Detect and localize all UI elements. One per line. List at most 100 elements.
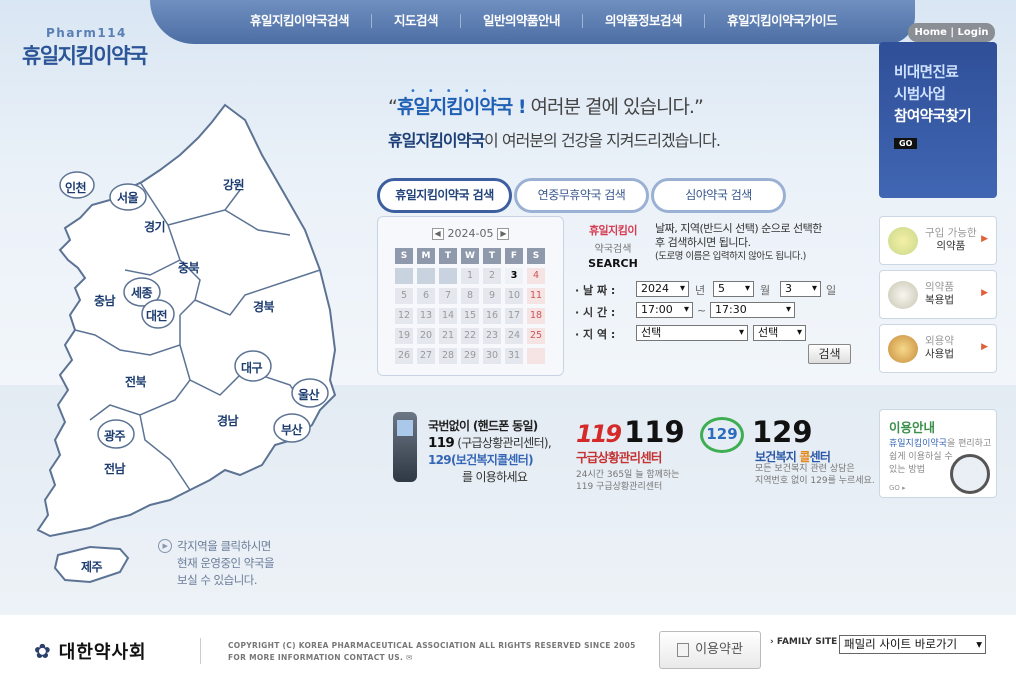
main-nav: 휴일지킴이약국검색 지도검색 일반의약품안내 의약품정보검색 휴일지킴이약국가이… bbox=[150, 0, 915, 44]
calendar-day[interactable]: 10 bbox=[505, 288, 523, 304]
map-label-chungnam[interactable]: 충남 bbox=[94, 292, 116, 309]
magnifier-icon bbox=[950, 454, 990, 494]
site-logo[interactable]: Pharm114 휴일지킴이약국 bbox=[22, 26, 148, 70]
map-label-seoul[interactable]: 서울 bbox=[117, 189, 139, 206]
prev-month-icon[interactable]: ◀ bbox=[431, 227, 444, 240]
calendar-day[interactable]: 19 bbox=[395, 328, 413, 344]
map-label-gangwon[interactable]: 강원 bbox=[223, 176, 245, 193]
kpa-flower-icon: ✿ bbox=[34, 639, 51, 663]
calendar-day[interactable]: 1 bbox=[461, 268, 479, 284]
calendar-day[interactable]: 14 bbox=[439, 308, 457, 324]
ointment-icon bbox=[888, 335, 918, 363]
calendar-day[interactable]: 25 bbox=[527, 328, 545, 344]
calendar-day[interactable]: 3 bbox=[505, 268, 523, 284]
map-label-daejeon[interactable]: 대전 bbox=[146, 307, 168, 324]
dosage-guide-link[interactable]: 의약품 복용법 ▶ bbox=[879, 270, 997, 319]
promo-go-button[interactable]: GO bbox=[894, 138, 918, 149]
map-label-daegu[interactable]: 대구 bbox=[241, 359, 263, 376]
map-label-jeju[interactable]: 제주 bbox=[81, 558, 103, 575]
map-label-gyeongnam[interactable]: 경남 bbox=[217, 412, 239, 429]
time-to-select[interactable]: 17:30 bbox=[710, 302, 795, 318]
time-from-select[interactable]: 17:00 bbox=[636, 302, 693, 318]
calendar-day[interactable]: 23 bbox=[483, 328, 501, 344]
nav-item-otc-info[interactable]: 일반의약품안내 bbox=[460, 14, 582, 28]
calendar-day[interactable]: 9 bbox=[483, 288, 501, 304]
map-label-jeonbuk[interactable]: 전북 bbox=[125, 373, 147, 390]
search-tabs: 휴일지킴이약국 검색 연중무휴약국 검색 심야약국 검색 bbox=[377, 178, 788, 213]
map-label-jeonnam[interactable]: 전남 bbox=[104, 460, 126, 477]
map-label-ulsan[interactable]: 울산 bbox=[298, 386, 320, 403]
month-select[interactable]: 5 bbox=[713, 281, 754, 297]
year-select[interactable]: 2024 bbox=[636, 281, 689, 297]
calendar-day bbox=[395, 268, 413, 284]
terms-button[interactable]: 이용약관 bbox=[659, 631, 761, 669]
purchasable-drugs-link[interactable]: 구입 가능한 의약품 ▶ bbox=[879, 216, 997, 265]
map-label-gyeonggi[interactable]: 경기 bbox=[144, 218, 166, 235]
map-label-gwangju[interactable]: 광주 bbox=[104, 427, 126, 444]
search-button[interactable]: 검색 bbox=[808, 344, 851, 364]
play-icon: ▶ bbox=[158, 539, 172, 553]
promo-title: 비대면진료 시범사업 참여약국찾기 bbox=[894, 65, 972, 125]
map-label-incheon[interactable]: 인천 bbox=[65, 179, 87, 196]
calendar-day[interactable]: 12 bbox=[395, 308, 413, 324]
search-instructions: 날짜, 지역(반드시 선택) 순으로 선택한 후 검색하시면 됩니다. (도로명… bbox=[655, 222, 822, 262]
calendar-day[interactable]: 5 bbox=[395, 288, 413, 304]
map-label-gyeongbuk[interactable]: 경북 bbox=[253, 298, 275, 315]
map-instruction: ▶ 각지역을 클릭하시면 현재 운영중인 약국을 보실 수 있습니다. bbox=[158, 538, 275, 589]
calendar-day[interactable]: 31 bbox=[505, 348, 523, 364]
tab-holiday-pharmacy[interactable]: 휴일지킴이약국 검색 bbox=[377, 178, 512, 213]
copyright: COPYRIGHT (C) KOREA PHARMACEUTICAL ASSOC… bbox=[228, 641, 636, 662]
map-label-busan[interactable]: 부산 bbox=[281, 421, 303, 438]
map-mainland bbox=[36, 103, 337, 538]
calendar-day[interactable]: 24 bbox=[505, 328, 523, 344]
calendar-day[interactable]: 15 bbox=[461, 308, 479, 324]
calendar-day[interactable]: 26 bbox=[395, 348, 413, 364]
kpa-logo[interactable]: ✿ 대한약사회 bbox=[34, 638, 147, 664]
tab-night-pharmacy[interactable]: 심야약국 검색 bbox=[651, 178, 786, 213]
129-logo: 129 bbox=[700, 417, 744, 453]
calendar-day[interactable]: 13 bbox=[417, 308, 435, 324]
calendar-weekday: S bbox=[527, 248, 545, 264]
nav-item-drug-info-search[interactable]: 의약품정보검색 bbox=[582, 14, 704, 28]
nav-item-pharmacy-search[interactable]: 휴일지킴이약국검색 bbox=[228, 14, 371, 28]
arrow-right-icon: ▶ bbox=[981, 288, 988, 298]
calendar-day[interactable]: 22 bbox=[461, 328, 479, 344]
region-select[interactable]: 선택 bbox=[636, 325, 748, 341]
home-login-button[interactable]: Home | Login bbox=[908, 23, 995, 42]
family-site-label: › FAMILY SITE bbox=[770, 637, 838, 647]
calendar-day[interactable]: 7 bbox=[439, 288, 457, 304]
calendar-day[interactable]: 16 bbox=[483, 308, 501, 324]
tab-always-open-pharmacy[interactable]: 연중무휴약국 검색 bbox=[514, 178, 649, 213]
map-label-sejong[interactable]: 세종 bbox=[131, 284, 153, 301]
calendar-day[interactable]: 18 bbox=[527, 308, 545, 324]
calendar-day[interactable]: 4 bbox=[527, 268, 545, 284]
calendar-day[interactable]: 29 bbox=[461, 348, 479, 364]
mail-icon[interactable]: ✉ bbox=[406, 653, 413, 662]
calendar-day[interactable]: 11 bbox=[527, 288, 545, 304]
external-medicine-link[interactable]: 외용약 사용법 ▶ bbox=[879, 324, 997, 373]
map-label-chungbuk[interactable]: 충북 bbox=[178, 259, 200, 276]
month-unit: 월 bbox=[760, 284, 771, 297]
calendar-day[interactable]: 17 bbox=[505, 308, 523, 324]
calendar-day[interactable]: 6 bbox=[417, 288, 435, 304]
calendar-day[interactable]: 8 bbox=[461, 288, 479, 304]
korea-map bbox=[36, 103, 337, 584]
nav-item-guide[interactable]: 휴일지킴이약국가이드 bbox=[704, 14, 859, 28]
telemedicine-promo-banner[interactable]: 비대면진료 시범사업 참여약국찾기 GO bbox=[879, 42, 997, 198]
calendar-day[interactable]: 20 bbox=[417, 328, 435, 344]
nav-item-map-search[interactable]: 지도검색 bbox=[371, 14, 460, 28]
calendar-day[interactable]: 28 bbox=[439, 348, 457, 364]
calendar-day[interactable]: 21 bbox=[439, 328, 457, 344]
calendar-day[interactable]: 27 bbox=[417, 348, 435, 364]
subregion-select[interactable]: 선택 bbox=[753, 325, 806, 341]
day-select[interactable]: 3 bbox=[780, 281, 821, 297]
day-unit: 일 bbox=[826, 284, 837, 297]
calendar-day[interactable]: 30 bbox=[483, 348, 501, 364]
emergency-119-center[interactable]: 119 119 구급상황관리센터 24시간 365일 늘 함께하는 119 구급상황… bbox=[576, 415, 685, 493]
next-month-icon[interactable]: ▶ bbox=[497, 227, 510, 240]
family-site-select[interactable]: 패밀리 사이트 바로가기 bbox=[839, 635, 986, 654]
129-number: 129 bbox=[752, 415, 813, 449]
usage-guide-banner[interactable]: 이용안내 휴일지킴이약국을 편리하고 쉽게 이용하실 수 있는 방법 GO ▸ bbox=[879, 409, 997, 498]
calendar-weekday: F bbox=[505, 248, 523, 264]
calendar-day[interactable]: 2 bbox=[483, 268, 501, 284]
